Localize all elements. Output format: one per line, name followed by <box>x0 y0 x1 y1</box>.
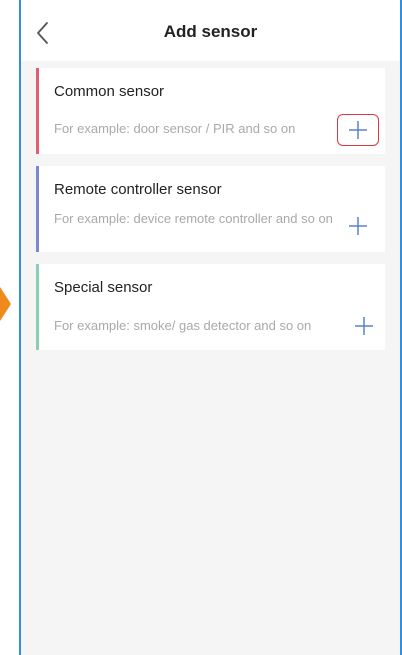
phone-screen: Add sensor Common sensor For example: do… <box>19 0 402 655</box>
sensor-card-special: Special sensor For example: smoke/ gas d… <box>36 264 385 350</box>
sensor-card-common: Common sensor For example: door sensor /… <box>36 68 385 154</box>
plus-icon <box>349 121 367 139</box>
header-bar: Add sensor <box>21 0 400 61</box>
add-special-sensor-button[interactable] <box>343 310 385 342</box>
sensor-description: For example: device remote controller an… <box>54 211 333 226</box>
sensor-list: Common sensor For example: door sensor /… <box>36 68 385 362</box>
sensor-description: For example: door sensor / PIR and so on <box>54 121 296 136</box>
sensor-name: Common sensor <box>54 83 165 100</box>
sensor-name: Special sensor <box>54 279 153 296</box>
sensor-name: Remote controller sensor <box>54 181 222 198</box>
plus-icon <box>349 217 367 235</box>
sensor-description: For example: smoke/ gas detector and so … <box>54 318 312 333</box>
add-remote-controller-sensor-button[interactable] <box>337 210 379 242</box>
orange-pointer-arrow <box>0 287 11 321</box>
page-title: Add sensor <box>163 22 258 41</box>
add-common-sensor-button[interactable] <box>337 114 379 146</box>
plus-icon <box>355 317 373 335</box>
sensor-card-remote-controller: Remote controller sensor For example: de… <box>36 166 385 252</box>
